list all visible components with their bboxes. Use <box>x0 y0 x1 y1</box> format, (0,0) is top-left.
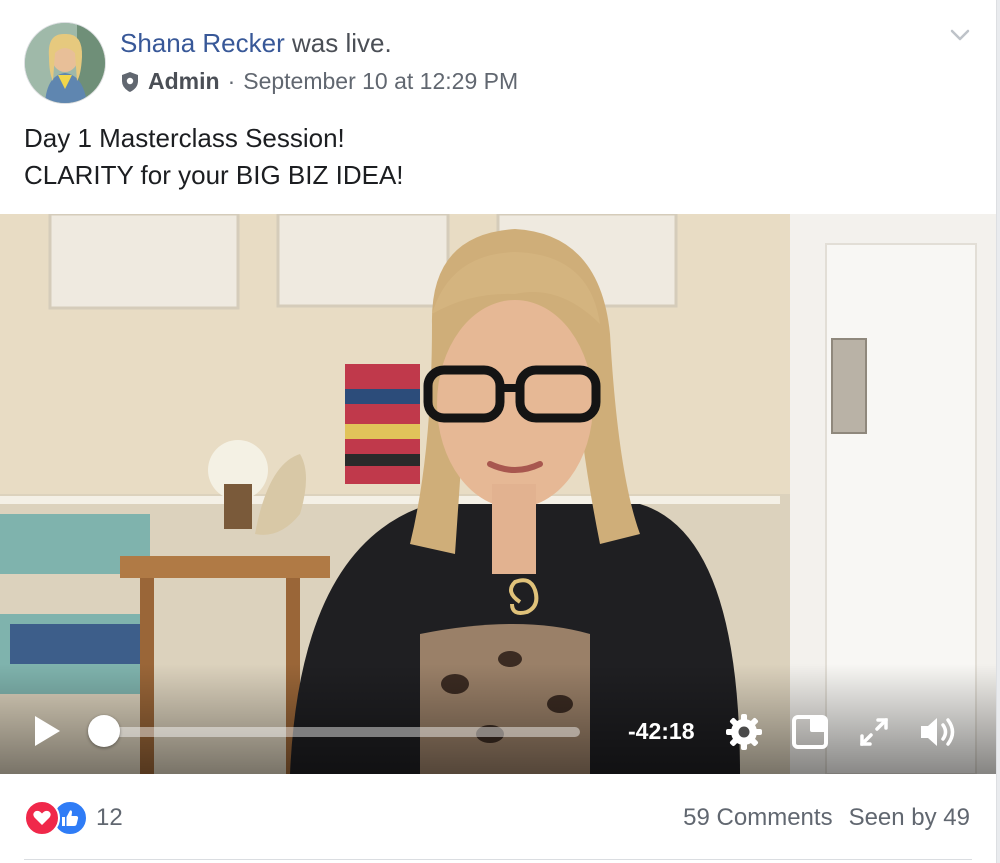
video-controls: -42:18 <box>0 664 996 774</box>
post-footer: 12 59 Comments Seen by 49 <box>0 774 996 863</box>
reactions-summary[interactable]: 12 <box>24 800 123 836</box>
post-message: Day 1 Masterclass Session! CLARITY for y… <box>24 120 404 194</box>
meta-separator: · <box>227 68 236 94</box>
love-reaction-icon <box>24 800 60 836</box>
admin-badge-label: Admin <box>148 68 220 94</box>
author-line: Shana Recker was live. <box>120 28 392 59</box>
time-remaining: -42:18 <box>628 718 695 744</box>
video-player[interactable]: -42:18 <box>0 214 996 774</box>
author-avatar[interactable] <box>24 22 106 104</box>
author-name-link[interactable]: Shana Recker <box>120 28 285 58</box>
chevron-down-icon[interactable] <box>950 28 970 42</box>
post-card: Shana Recker was live. Admin · September… <box>0 0 997 863</box>
fullscreen-expand-icon[interactable] <box>854 712 894 752</box>
picture-in-picture-icon[interactable] <box>790 712 830 752</box>
reaction-count: 12 <box>96 804 123 831</box>
settings-gear-icon[interactable] <box>724 712 764 752</box>
post-meta: Admin · September 10 at 12:29 PM <box>120 68 518 95</box>
engagement-stats: 59 Comments Seen by 49 <box>683 804 970 832</box>
post-header: Shana Recker was live. Admin · September… <box>24 22 984 104</box>
admin-shield-icon <box>122 71 138 92</box>
post-timestamp[interactable]: September 10 at 12:29 PM <box>243 68 518 95</box>
progress-bar[interactable] <box>104 727 580 737</box>
action-text: was live. <box>292 28 392 58</box>
post-text-line: CLARITY for your BIG BIZ IDEA! <box>24 160 404 190</box>
volume-icon[interactable] <box>918 712 958 752</box>
play-icon[interactable] <box>32 714 62 748</box>
progress-scrubber-handle[interactable] <box>88 715 120 747</box>
comments-count-link[interactable]: 59 Comments <box>683 804 832 832</box>
footer-divider <box>24 859 972 860</box>
seen-by-count[interactable]: Seen by 49 <box>849 804 970 832</box>
post-text-line: Day 1 Masterclass Session! <box>24 123 345 153</box>
